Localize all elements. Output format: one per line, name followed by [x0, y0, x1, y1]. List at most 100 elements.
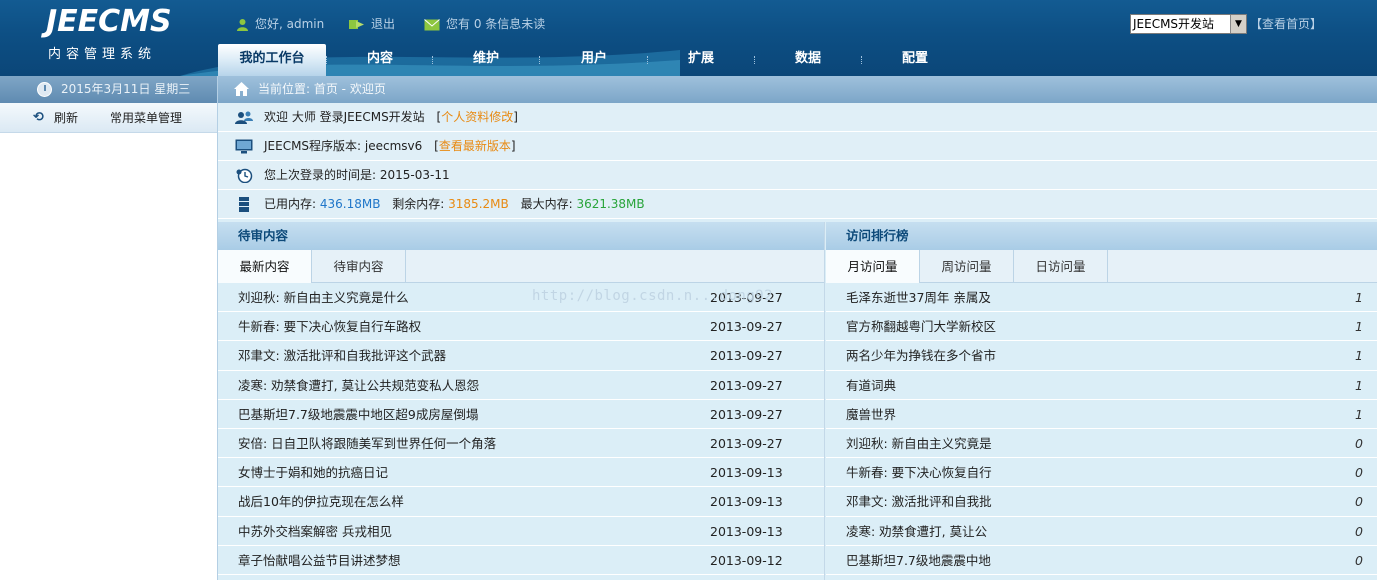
tab-monthly-visits[interactable]: 月访问量	[826, 250, 920, 283]
latest-version-link[interactable]: 查看最新版本	[439, 139, 511, 153]
last-login-row: 您上次登录的时间是: 2015-03-11	[218, 161, 1377, 190]
nav-item-maintenance[interactable]: 维护	[432, 44, 540, 76]
item-title[interactable]: 凌寒: 劝禁食遭打, 莫让公共规范变私人恩怨	[238, 371, 479, 400]
memory-free-label: 剩余内存:	[392, 197, 445, 211]
list-item[interactable]: 巴基斯坦7.7级地震震中地 0	[826, 545, 1377, 575]
nav-item-users[interactable]: 用户	[540, 44, 648, 76]
list-item[interactable]: 女博士于娟和她的抗癌日记 2013-09-13	[218, 458, 824, 488]
nav-item-extend[interactable]: 扩展	[647, 44, 755, 76]
breadcrumb-text: 当前位置: 首页 - 欢迎页	[258, 82, 386, 96]
memory-row: 已用内存: 436.18MB 剩余内存: 3185.2MB 最大内存: 3621…	[218, 190, 1377, 219]
list-item[interactable]: 牛新春: 要下决心恢复自行 0	[826, 458, 1377, 488]
item-date: 2013-09-13	[710, 523, 783, 539]
list-item[interactable]: 有道词典 1	[826, 370, 1377, 400]
item-date: 2013-09-27	[710, 435, 783, 451]
item-date: 2013-09-27	[710, 290, 783, 305]
nav-item-config[interactable]: 配置	[861, 44, 969, 76]
list-item[interactable]: 安倍: 日自卫队将跟随美军到世界任何一个角落 2013-09-27	[218, 428, 824, 459]
item-title[interactable]: 刘迎秋: 新自由主义究竟是什么	[238, 283, 409, 312]
list-item[interactable]: 牛新春: 要下决心恢复自行车路权 2013-09-27	[218, 312, 824, 342]
tab-daily-visits[interactable]: 日访问量	[1014, 250, 1108, 283]
list-item[interactable]: 章子怡献唱公益节目讲述梦想 2013-09-12	[218, 545, 824, 575]
view-home-link[interactable]: 【查看首页】	[1250, 14, 1322, 34]
item-title[interactable]: 女博士于娟和她的抗癌日记	[238, 458, 388, 487]
pending-panel-title: 待审内容	[218, 222, 824, 250]
ranking-tabs: 月访问量 周访问量 日访问量	[826, 250, 1377, 283]
pending-panel: 待审内容 最新内容 待审内容 刘迎秋: 新自由主义究竟是什么 2013-09-27…	[218, 222, 825, 580]
list-item[interactable]: 刘迎秋: 新自由主义究竟是 0	[826, 428, 1377, 459]
user-greeting: 您好, admin	[236, 14, 324, 34]
site-select[interactable]: JEECMS开发站 ▼	[1130, 14, 1247, 34]
welcome-row: 欢迎 大师 登录JEECMS开发站 [个人资料修改]	[218, 103, 1377, 132]
list-item[interactable]: 中苏外交档案解密 兵戎相见 2013-09-13	[218, 516, 824, 546]
list-item[interactable]: 战后10年的伊拉克现在怎么样 2013-09-13	[218, 487, 824, 517]
item-date: 2013-09-27	[710, 406, 783, 422]
item-title[interactable]: 战后10年的伊拉克现在怎么样	[238, 487, 404, 516]
item-count: 1	[1355, 319, 1363, 335]
item-title[interactable]: 安倍: 日自卫队将跟随美军到世界任何一个角落	[238, 429, 496, 458]
ranking-panel-title: 访问排行榜	[826, 222, 1377, 250]
list-item[interactable]: 凌寒: 劝禁食遭打, 莫让公 0	[826, 516, 1377, 546]
list-item[interactable]: 巴基斯坦7.7级地震震中地区超9成房屋倒塌 2013-09-27	[218, 399, 824, 429]
version-text: JEECMS程序版本: jeecmsv6	[264, 139, 423, 153]
item-count: 0	[1355, 465, 1363, 481]
top-header: JEECMS 内容管理系统 您好, admin 退出 您有 0 条信息未读 JE…	[0, 0, 1377, 76]
item-title[interactable]: 牛新春: 要下决心恢复自行	[846, 458, 992, 487]
item-title[interactable]: 毛泽东逝世37周年 亲属及	[846, 283, 991, 312]
pending-tabs: 最新内容 待审内容	[218, 250, 824, 283]
item-title[interactable]: 两名少年为挣钱在多个省市	[846, 341, 996, 370]
list-item[interactable]: 邓聿文: 激活批评和自我批评这个武器 2013-09-27	[218, 341, 824, 371]
memory-used-value: 436.18MB	[319, 197, 381, 211]
main-content: 当前位置: 首页 - 欢迎页 欢迎 大师 登录JEECMS开发站 [个人资料修改…	[218, 76, 1377, 580]
chevron-down-icon[interactable]: ▼	[1230, 15, 1246, 33]
item-count: 0	[1355, 552, 1363, 568]
greeting-text: 您好, admin	[255, 17, 325, 31]
memory-max-value: 3621.38MB	[576, 197, 645, 211]
item-title[interactable]: 中苏外交档案解密 兵戎相见	[238, 517, 392, 546]
item-title[interactable]: 章子怡献唱公益节目讲述梦想	[238, 546, 401, 575]
item-title[interactable]: 官方称翻越粤门大学新校区	[846, 312, 996, 341]
memory-free-value: 3185.2MB	[448, 197, 509, 211]
refresh-icon[interactable]: ⟲	[33, 111, 44, 125]
item-date: 2013-09-27	[710, 348, 783, 364]
tab-pending-content[interactable]: 待审内容	[312, 250, 406, 283]
list-item[interactable]: 官方称翻越粤门大学新校区 1	[826, 312, 1377, 342]
refresh-button[interactable]: 刷新	[54, 103, 78, 133]
list-item[interactable]: 邓聿文: 激活批评和自我批 0	[826, 487, 1377, 517]
logo[interactable]: JEECMS 内容管理系统	[0, 0, 218, 76]
clock-icon	[37, 82, 52, 97]
server-icon	[239, 197, 249, 212]
messages-link[interactable]: 您有 0 条信息未读	[424, 14, 545, 34]
logout-text: 退出	[371, 17, 396, 31]
item-date: 2013-09-27	[710, 377, 783, 393]
monitor-icon	[235, 139, 253, 154]
item-title[interactable]: 有道词典	[846, 371, 896, 400]
item-title[interactable]: 巴基斯坦7.7级地震震中地	[846, 546, 991, 575]
tab-latest-content[interactable]: 最新内容	[218, 250, 312, 283]
item-title[interactable]: 魔兽世界	[846, 400, 896, 429]
item-title[interactable]: 刘迎秋: 新自由主义究竟是	[846, 429, 992, 458]
logout-link[interactable]: 退出	[348, 14, 395, 34]
version-row: JEECMS程序版本: jeecmsv6 [查看最新版本]	[218, 132, 1377, 161]
item-date: 2013-09-12	[710, 552, 783, 568]
list-item[interactable]: 刘迎秋: 新自由主义究竟是什么 2013-09-27	[218, 283, 824, 313]
clock-user-icon	[236, 168, 253, 183]
item-count: 0	[1355, 494, 1363, 510]
item-title[interactable]: 邓聿文: 激活批评和自我批	[846, 487, 992, 516]
list-item[interactable]: 毛泽东逝世37周年 亲属及 1	[826, 283, 1377, 313]
nav-item-data[interactable]: 数据	[754, 44, 862, 76]
list-item[interactable]: 两名少年为挣钱在多个省市 1	[826, 341, 1377, 371]
item-title[interactable]: 邓聿文: 激活批评和自我批评这个武器	[238, 341, 446, 370]
item-title[interactable]: 牛新春: 要下决心恢复自行车路权	[238, 312, 421, 341]
profile-edit-link[interactable]: 个人资料修改	[441, 110, 513, 124]
item-count: 1	[1355, 348, 1363, 364]
item-title[interactable]: 巴基斯坦7.7级地震震中地区超9成房屋倒塌	[238, 400, 478, 429]
list-item[interactable]: 魔兽世界 1	[826, 399, 1377, 429]
list-item[interactable]: 凌寒: 劝禁食遭打, 莫让公共规范变私人恩怨 2013-09-27	[218, 370, 824, 400]
nav-item-workbench[interactable]: 我的工作台	[218, 44, 326, 76]
item-title[interactable]: 凌寒: 劝禁食遭打, 莫让公	[846, 517, 987, 546]
nav-item-content[interactable]: 内容	[326, 44, 434, 76]
menu-manage-link[interactable]: 常用菜单管理	[110, 103, 182, 133]
item-date: 2013-09-13	[710, 465, 783, 481]
tab-weekly-visits[interactable]: 周访问量	[920, 250, 1014, 283]
